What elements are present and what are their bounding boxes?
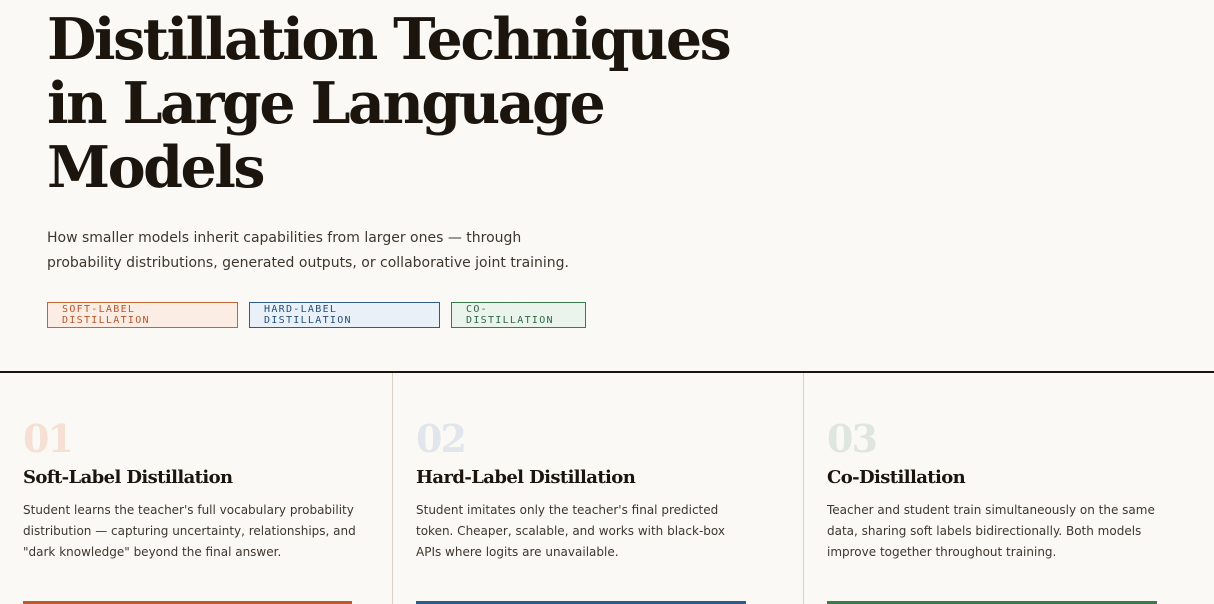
card-title: Soft-Label Distillation (23, 467, 233, 488)
card-description: Student imitates only the teacher's fina… (416, 503, 725, 559)
tag-hard-label-distillation[interactable]: HARD-LABEL DISTILLATION (249, 302, 440, 328)
card-number: 02 (416, 416, 467, 461)
card-co-distillation: 03 Co-Distillation Teacher and student t… (804, 373, 1214, 604)
card-description: Teacher and student train simultaneously… (827, 503, 1155, 559)
technique-tags: SOFT-LABEL DISTILLATION HARD-LABEL DISTI… (47, 302, 586, 328)
card-title: Co-Distillation (827, 467, 966, 488)
technique-cards: 01 Soft-Label Distillation Student learn… (0, 373, 1214, 604)
card-soft-label: 01 Soft-Label Distillation Student learn… (0, 373, 393, 604)
card-hard-label: 02 Hard-Label Distillation Student imita… (393, 373, 804, 604)
page-subtitle: How smaller models inherit capabilities … (47, 230, 570, 271)
card-description: Student learns the teacher's full vocabu… (23, 503, 356, 559)
page-title: Distillation Techniques in Large Languag… (47, 6, 732, 201)
card-number: 01 (23, 416, 74, 461)
card-title: Hard-Label Distillation (416, 467, 636, 488)
card-number: 03 (827, 416, 878, 461)
tag-co-distillation[interactable]: CO-DISTILLATION (451, 302, 586, 328)
tag-soft-label-distillation[interactable]: SOFT-LABEL DISTILLATION (47, 302, 238, 328)
